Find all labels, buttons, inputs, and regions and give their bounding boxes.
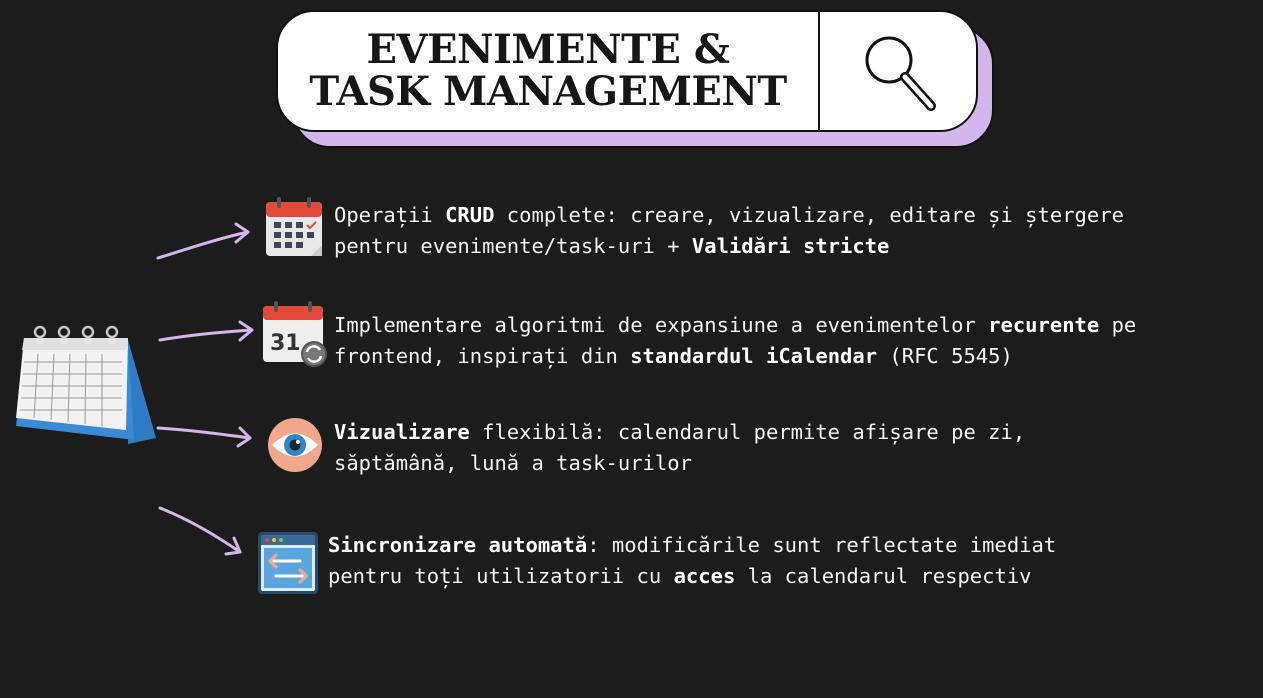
feature-line: pentru evenimente/task-uri + Validări st… bbox=[334, 234, 890, 258]
recurring-calendar-icon: 31 bbox=[263, 301, 327, 367]
feature-item-views: Vizualizare flexibilă: calendarul permit… bbox=[334, 417, 1025, 479]
feature-item-recurrence: Implementare algoritmi de expansiune a e… bbox=[334, 310, 1136, 372]
feature-line: Implementare algoritmi de expansiune a e… bbox=[334, 313, 1137, 337]
feature-item-crud: Operații CRUD complete: creare, vizualiz… bbox=[334, 200, 1124, 262]
feature-line: Operații CRUD complete: creare, vizualiz… bbox=[334, 203, 1124, 227]
arrow-3 bbox=[156, 426, 252, 440]
eye-icon bbox=[268, 418, 322, 472]
arrow-4 bbox=[158, 506, 242, 554]
feature-line: săptămână, lună a task-urilor bbox=[334, 451, 692, 475]
arrow-2 bbox=[158, 328, 254, 342]
feature-line: Sincronizare automată: modificările sunt… bbox=[328, 533, 1057, 557]
svg-text:31: 31 bbox=[270, 331, 301, 356]
feature-line: frontend, inspirați din standardul iCale… bbox=[334, 344, 1013, 368]
feature-line: Vizualizare flexibilă: calendarul permit… bbox=[334, 420, 1026, 444]
feature-item-sync: Sincronizare automată: modificările sunt… bbox=[328, 530, 1056, 592]
sync-window-icon bbox=[258, 532, 318, 594]
desk-calendar-icon bbox=[16, 325, 156, 444]
feature-line: pentru toți utilizatorii cu acces la cal… bbox=[328, 564, 1032, 588]
calendar-icon bbox=[266, 197, 322, 256]
arrow-1 bbox=[156, 230, 250, 260]
